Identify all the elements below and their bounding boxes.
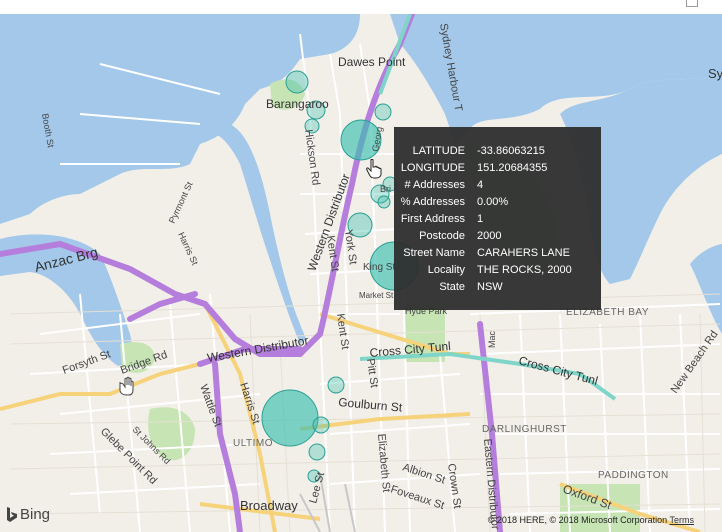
data-bubble[interactable] — [285, 70, 309, 94]
tooltip-row-first-address: First Address 1 — [394, 211, 601, 228]
label-king-st: King St — [363, 262, 395, 273]
bing-b-icon — [7, 506, 17, 522]
tooltip-value: CARAHERS LANE — [477, 247, 570, 259]
tooltip-row-longitude: LONGITUDE 151.20684355 — [394, 160, 601, 177]
tooltip-key: LONGITUDE — [400, 162, 465, 174]
tooltip-row-street-name: Street Name CARAHERS LANE — [394, 245, 601, 262]
tooltip-value: 1 — [477, 213, 484, 225]
label-dawes-point: Dawes Point — [338, 55, 406, 69]
data-bubble[interactable] — [377, 195, 391, 209]
tooltip-value: 0.00% — [477, 196, 509, 208]
bing-logo-text: Bing — [20, 506, 51, 523]
tooltip-value: 4 — [477, 179, 484, 191]
label-bridge-st: Bri — [380, 184, 391, 194]
focus-mode-icon[interactable] — [686, 0, 698, 7]
tooltip-key: First Address — [400, 213, 465, 225]
map-canvas[interactable]: Dawes Point Barangaroo Sydney Harbour T … — [0, 14, 722, 532]
tooltip-value: THE ROCKS, 2000 — [477, 264, 572, 276]
tooltip-value: NSW — [477, 281, 503, 293]
map-copyright: © 2018 HERE, © 2018 Microsoft Corporatio… — [488, 515, 694, 525]
label-sydney-edge: Sy — [708, 66, 722, 81]
data-bubble[interactable] — [312, 416, 330, 434]
label-darlinghurst: DARLINGHURST — [482, 424, 567, 435]
tooltip-row-latitude: LATITUDE -33.86063215 — [394, 143, 601, 160]
top-toolbar — [0, 0, 722, 14]
label-market-st: Market St — [359, 291, 394, 300]
tooltip-row-state: State NSW — [394, 279, 601, 296]
tooltip-key: Postcode — [419, 230, 465, 242]
hand-pointer-icon — [366, 159, 382, 179]
map-tooltip: LATITUDE -33.86063215 LONGITUDE 151.2068… — [394, 127, 601, 310]
tooltip-key: LATITUDE — [412, 145, 465, 157]
tooltip-row-postcode: Postcode 2000 — [394, 228, 601, 245]
label-paddington: PADDINGTON — [598, 470, 669, 481]
label-broadway: Broadway — [240, 498, 298, 513]
map-visual[interactable]: Dawes Point Barangaroo Sydney Harbour T … — [0, 14, 722, 532]
tooltip-value: -33.86063215 — [477, 145, 545, 157]
tooltip-row-address-count: # Addresses 4 — [394, 177, 601, 194]
label-macquarie-st: Mac — [487, 330, 497, 348]
data-bubble[interactable] — [308, 443, 326, 461]
tooltip-key: Street Name — [403, 247, 465, 259]
data-bubble[interactable] — [327, 376, 345, 394]
tooltip-key: % Addresses — [400, 196, 465, 208]
copyright-text: © 2018 HERE, © 2018 Microsoft Corporatio… — [487, 515, 668, 525]
data-bubble[interactable] — [374, 103, 392, 121]
bing-logo[interactable]: Bing — [6, 506, 50, 523]
tooltip-value: 2000 — [477, 230, 502, 242]
tooltip-row-address-percent: % Addresses 0.00% — [394, 194, 601, 211]
terms-link[interactable]: Terms — [670, 515, 695, 525]
tooltip-key: Locality — [427, 264, 465, 276]
tooltip-row-locality: Locality THE ROCKS, 2000 — [394, 262, 601, 279]
tooltip-key: # Addresses — [404, 179, 465, 191]
tooltip-value: 151.20684355 — [477, 162, 548, 174]
tooltip-key: State — [439, 281, 465, 293]
label-ultimo: ULTIMO — [233, 438, 273, 449]
label-barangaroo: Barangaroo — [266, 97, 329, 111]
